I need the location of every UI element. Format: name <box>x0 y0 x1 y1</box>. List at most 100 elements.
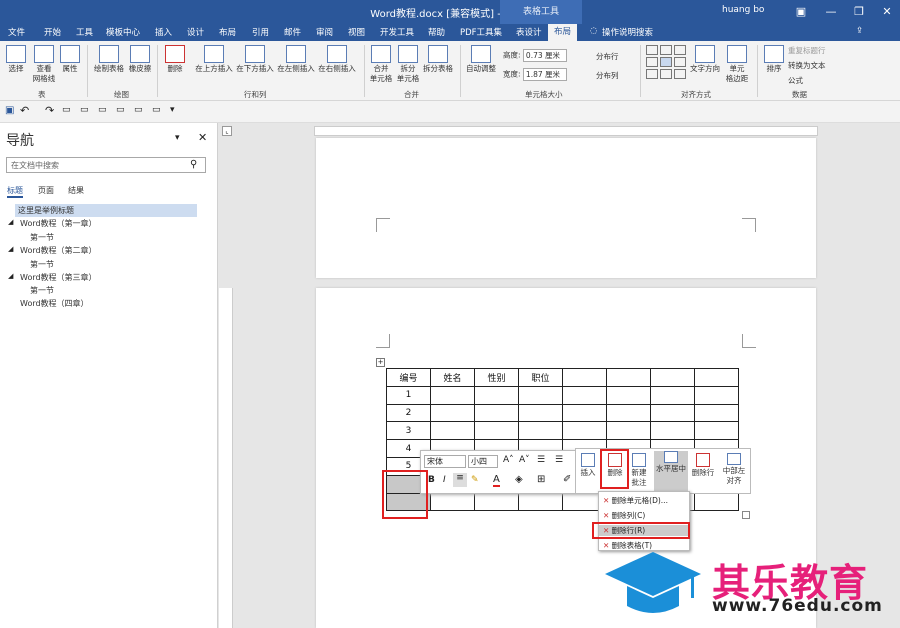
table-header-cell[interactable]: 姓名 <box>430 368 475 387</box>
minimize-button[interactable]: — <box>818 0 844 24</box>
center-align-button[interactable]: 水平居中 <box>654 451 688 491</box>
nav-options-icon[interactable]: ▾ <box>175 133 180 143</box>
horizontal-ruler[interactable] <box>314 126 818 136</box>
row-height-input[interactable]: 0.73 厘米 <box>522 49 567 62</box>
table-header-cell[interactable] <box>562 368 607 387</box>
table-cell[interactable]: 2 <box>386 403 431 423</box>
tab-tools[interactable]: 工具 <box>76 26 93 38</box>
font-size-select[interactable]: 小四 <box>468 455 498 468</box>
tab-developer[interactable]: 开发工具 <box>380 26 414 38</box>
customize-qat-icon[interactable]: ▾ <box>170 105 175 115</box>
convert-to-text-button[interactable]: 转换为文本 <box>788 60 826 71</box>
grow-font-icon[interactable]: A˄ <box>503 455 514 465</box>
table-header-cell[interactable] <box>650 368 695 387</box>
restore-button[interactable]: ❐ <box>846 0 872 24</box>
redo-icon[interactable]: ↷ <box>45 104 54 117</box>
tab-references[interactable]: 引用 <box>252 26 269 38</box>
distribute-cols-button[interactable]: 分布列 <box>596 70 619 81</box>
close-button[interactable]: ✕ <box>874 0 900 24</box>
italic-icon[interactable]: I <box>443 475 446 485</box>
nav-tab-pages[interactable]: 页面 <box>38 185 54 196</box>
tool-icon[interactable]: ▭ <box>80 105 89 115</box>
eraser-button[interactable]: 橡皮擦 <box>127 45 153 74</box>
tab-table-design[interactable]: 表设计 <box>516 26 542 38</box>
table-cell[interactable]: 1 <box>386 385 431 405</box>
tool-icon[interactable]: ▭ <box>116 105 125 115</box>
delete-row-button[interactable]: 删除行 <box>690 453 716 478</box>
undo-icon[interactable]: ↶ <box>20 104 29 117</box>
delete-ribbon-button[interactable]: 删除 <box>162 45 188 74</box>
properties-button[interactable]: 属性 <box>58 45 82 74</box>
vertical-ruler[interactable] <box>219 288 233 628</box>
sort-button[interactable]: 排序 <box>762 45 786 74</box>
tab-help[interactable]: 帮助 <box>428 26 445 38</box>
tool-icon[interactable]: ▭ <box>98 105 107 115</box>
table-header-cell[interactable]: 职位 <box>518 368 563 387</box>
table-header-cell[interactable]: 性别 <box>474 368 519 387</box>
table-header-cell[interactable] <box>694 368 739 387</box>
align-center-icon[interactable]: ≡ <box>453 473 467 487</box>
new-comment-button[interactable]: 新建 批注 <box>628 453 650 488</box>
shrink-font-icon[interactable]: A˅ <box>519 455 530 465</box>
middle-left-align-button[interactable]: 中部左 对齐 <box>718 453 750 486</box>
menu-item-delete-cells[interactable]: ✕ 删除单元格(D)... <box>603 495 668 506</box>
tab-layout[interactable]: 布局 <box>219 26 236 38</box>
outline-item[interactable]: Word教程（四章） <box>20 298 89 309</box>
bold-icon[interactable]: B <box>428 475 435 485</box>
highlight-icon[interactable]: ✎ <box>471 475 479 485</box>
tab-design[interactable]: 设计 <box>187 26 204 38</box>
text-direction-button[interactable]: 文字方向 <box>688 45 722 74</box>
tab-review[interactable]: 审阅 <box>316 26 333 38</box>
menu-item-delete-columns[interactable]: ✕ 删除列(C) <box>603 510 645 521</box>
tab-mailings[interactable]: 邮件 <box>284 26 301 38</box>
table-header-cell[interactable] <box>606 368 651 387</box>
bullets-icon[interactable]: ☰ <box>537 455 545 465</box>
tool-icon[interactable]: ▭ <box>62 105 71 115</box>
outline-item[interactable]: 这里是举例标题 <box>15 204 197 217</box>
select-button[interactable]: 选择 <box>4 45 28 74</box>
insert-below-button[interactable]: 在下方插入 <box>235 45 275 74</box>
cell-margins-button[interactable]: 单元 格边距 <box>722 45 752 84</box>
font-color-icon[interactable]: A <box>493 474 500 487</box>
col-width-input[interactable]: 1.87 厘米 <box>522 68 567 81</box>
tool-icon[interactable]: ▭ <box>152 105 161 115</box>
tab-file[interactable]: 文件 <box>8 26 25 38</box>
tell-me-search[interactable]: 操作说明搜索 <box>602 26 653 38</box>
table-cell[interactable]: 3 <box>386 421 431 441</box>
format-painter-icon[interactable]: ✐ <box>563 474 571 485</box>
collapse-icon[interactable]: ◢ <box>8 245 13 253</box>
tab-templates[interactable]: 模板中心 <box>106 26 140 38</box>
table-resize-handle[interactable] <box>742 511 750 519</box>
tab-insert[interactable]: 插入 <box>155 26 172 38</box>
numbering-icon[interactable]: ☰ <box>555 455 563 465</box>
insert-right-button[interactable]: 在右侧插入 <box>317 45 357 74</box>
nav-search-input[interactable]: 在文档中搜索 <box>6 157 206 173</box>
merge-cells-button[interactable]: 合并 单元格 <box>368 45 394 84</box>
autofit-button[interactable]: 自动调整 <box>464 45 498 74</box>
user-name[interactable]: huang bo <box>722 5 764 15</box>
split-cells-button[interactable]: 拆分 单元格 <box>395 45 421 84</box>
nav-tab-results[interactable]: 结果 <box>68 185 84 196</box>
distribute-rows-button[interactable]: 分布行 <box>596 51 619 62</box>
insert-left-button[interactable]: 在左侧插入 <box>276 45 316 74</box>
save-icon[interactable]: ▣ <box>5 105 14 116</box>
insert-above-button[interactable]: 在上方插入 <box>194 45 234 74</box>
table-header-cell[interactable]: 编号 <box>386 368 431 387</box>
repeat-header-button[interactable]: 重复标题行 <box>788 45 826 56</box>
close-icon[interactable]: ✕ <box>198 131 207 144</box>
search-icon[interactable]: ⚲ <box>190 159 197 170</box>
ribbon-options-icon[interactable]: ▣ <box>788 0 814 24</box>
alignment-grid[interactable] <box>646 45 686 83</box>
formula-button[interactable]: 公式 <box>788 75 803 86</box>
font-name-select[interactable]: 宋体 <box>424 455 466 468</box>
split-table-button[interactable]: 拆分表格 <box>421 45 455 74</box>
collapse-icon[interactable]: ◢ <box>8 218 13 226</box>
share-icon[interactable]: ⇪ <box>856 26 863 36</box>
tab-pdf[interactable]: PDF工具集 <box>460 26 502 38</box>
outline-item[interactable]: 第一节 <box>30 259 54 270</box>
draw-table-button[interactable]: 绘制表格 <box>92 45 126 74</box>
tab-table-layout[interactable]: 布局 <box>548 24 578 41</box>
tool-icon[interactable]: ▭ <box>134 105 143 115</box>
outline-item[interactable]: 第一节 <box>30 232 54 243</box>
outline-item[interactable]: Word教程（第一章） <box>20 218 97 229</box>
